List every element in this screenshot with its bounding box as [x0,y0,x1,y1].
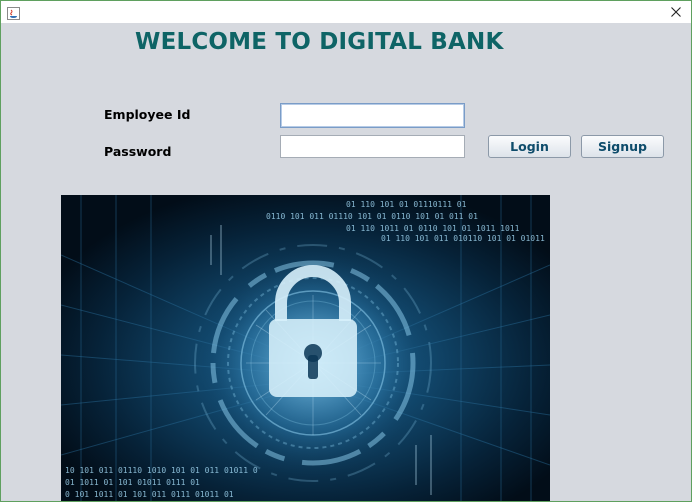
password-label: Password [104,144,172,159]
binary-text-row: 01 1011 01 101 01011 0111 01 [65,478,200,487]
binary-text-row: 10 101 011 01110 1010 101 01 011 01011 0 [65,466,258,475]
login-window: WELCOME TO DIGITAL BANK Employee Id Pass… [0,0,692,502]
employee-id-label: Employee Id [104,107,191,122]
page-title: WELCOME TO DIGITAL BANK [135,29,504,55]
binary-text-row: 01 110 1011 01 0110 101 01 1011 1011 [346,224,520,233]
close-icon[interactable] [661,1,691,23]
binary-text-row: 0110 101 011 01110 101 01 0110 101 01 01… [266,212,478,221]
binary-text-row: 01 110 101 011 010110 101 01 01011 [381,234,545,243]
employee-id-input[interactable] [280,103,465,128]
password-input[interactable] [280,135,465,158]
binary-text-row: 01 110 101 01 01110111 01 [346,200,467,209]
security-lock-image: 01 110 101 01 01110111 01 0110 101 011 0… [61,195,550,501]
binary-text-row: 0 101 1011 01 101 011 0111 01011 01 [65,490,234,499]
signup-button[interactable]: Signup [581,135,664,158]
java-app-icon [7,5,20,20]
login-button[interactable]: Login [488,135,571,158]
title-bar [1,1,691,23]
